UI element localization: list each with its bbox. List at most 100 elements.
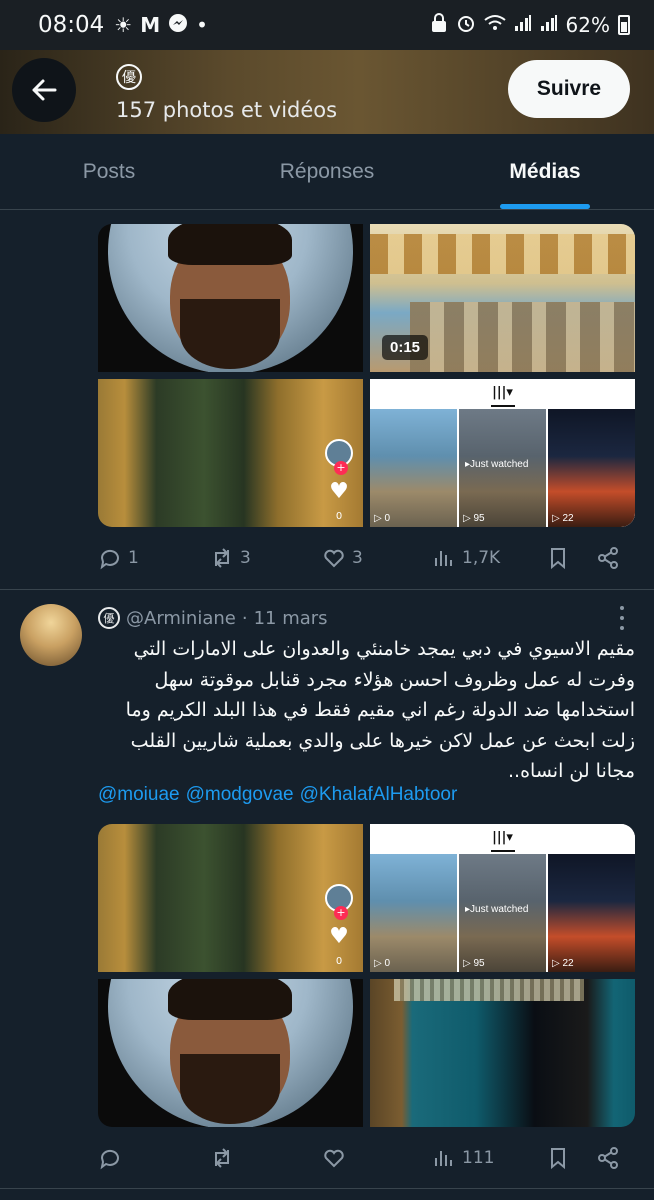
profile-tabs: Posts Réponses Médias <box>0 134 654 210</box>
tiktok-cell: ▷ 0 <box>370 854 457 972</box>
repost-icon <box>215 1148 229 1168</box>
filter-icon: |||▾ <box>492 830 513 845</box>
media-image-portrait[interactable] <box>98 224 363 372</box>
share-icon <box>598 547 618 569</box>
media-image-tiktok-screenshot[interactable]: |||▾ ▷ 0 ▸Just watched ▷ 95 ▷ 22 <box>370 379 635 527</box>
share-button[interactable] <box>596 546 620 570</box>
views-button[interactable]: 1,7K <box>432 546 546 570</box>
tiktok-cell: ▷ 0 <box>370 409 457 527</box>
portrait-disc <box>108 979 353 1127</box>
views-icon <box>435 551 452 566</box>
avatar[interactable] <box>20 604 82 666</box>
post-media-grid: ♥ 0 |||▾ ▷ 0 ▸Just watched ▷ 95 ▷ 22 <box>98 824 635 1127</box>
views-count: 111 <box>462 1148 495 1168</box>
signal-icon <box>514 13 532 37</box>
back-button[interactable] <box>12 58 76 122</box>
tiktok-like-count: 0 <box>335 511 343 522</box>
battery-percent: 62% <box>565 13 610 37</box>
bookmark-button[interactable] <box>546 546 596 570</box>
sun-icon: ☀ <box>114 13 133 37</box>
share-icon <box>598 1147 618 1169</box>
tiktok-view-count: ▷ 95 <box>463 513 485 524</box>
like-count: 3 <box>352 548 363 568</box>
tab-media[interactable]: Médias <box>436 134 654 209</box>
profile-header: 優 157 photos et vidéos Suivre <box>0 50 654 134</box>
media-image-uniform[interactable]: ♥ 0 <box>98 824 363 972</box>
heart-outline-icon <box>324 1149 344 1168</box>
tiktok-cell: ▷ 22 <box>548 854 635 972</box>
media-image-tiktok-screenshot[interactable]: |||▾ ▷ 0 ▸Just watched ▷ 95 ▷ 22 <box>370 824 635 972</box>
heart-outline-icon <box>324 549 344 568</box>
lock-icon <box>430 12 448 38</box>
separator-dot: · <box>241 607 248 629</box>
media-image-uniform[interactable]: ♥ 0 <box>98 379 363 527</box>
portrait-disc <box>108 224 353 372</box>
alarm-icon <box>456 13 476 38</box>
messenger-icon <box>168 13 188 38</box>
tweet-mentions: @moiuae @modgovae @KhalafAlHabtoor <box>98 784 457 806</box>
reply-icon <box>100 1149 119 1170</box>
gmail-icon: M <box>140 13 161 37</box>
mention-link[interactable]: @modgovae <box>186 784 294 806</box>
more-options-icon[interactable] <box>614 606 630 630</box>
tiktok-cell: ▷ 22 <box>548 409 635 527</box>
battery-icon <box>618 15 630 35</box>
reply-button[interactable]: 1 <box>98 546 210 570</box>
tiktok-avatar-icon <box>325 884 353 920</box>
repost-button[interactable] <box>210 1146 322 1170</box>
user-handle[interactable]: @Arminiane <box>126 608 236 629</box>
video-duration: 0:15 <box>382 335 429 360</box>
heart-icon: ♥ <box>329 924 349 949</box>
tiktok-cell: ▸Just watched ▷ 95 <box>459 409 546 527</box>
tweet-text: مقيم الاسيوي في دبي يمجد خامنئي والعدوان… <box>125 638 635 782</box>
repost-count: 3 <box>240 548 251 568</box>
bookmark-icon <box>551 548 565 570</box>
tiktok-like-count: 0 <box>335 956 343 967</box>
bookmark-icon <box>551 1148 565 1170</box>
wifi-icon <box>483 13 506 37</box>
reply-count: 1 <box>128 548 139 568</box>
like-button[interactable]: 3 <box>322 546 432 570</box>
tiktok-cell: ▸Just watched ▷ 95 <box>459 854 546 972</box>
follow-button[interactable]: Suivre <box>508 60 630 118</box>
tweet-date[interactable]: 11 mars <box>254 608 328 629</box>
repost-button[interactable]: 3 <box>210 546 322 570</box>
tiktok-view-count: ▷ 95 <box>463 958 485 969</box>
profile-badge-icon: 優 <box>116 64 142 90</box>
post-media-grid: 0:15 ♥ 0 |||▾ ▷ 0 ▸Just watched ▷ 95 ▷ 22 <box>98 224 635 527</box>
profile-badge-icon: 優 <box>98 607 120 629</box>
tab-posts[interactable]: Posts <box>0 134 218 209</box>
like-button[interactable] <box>322 1146 432 1170</box>
tab-replies[interactable]: Réponses <box>218 134 436 209</box>
heart-icon: ♥ <box>329 479 349 504</box>
views-count: 1,7K <box>462 548 501 568</box>
bookmark-button[interactable] <box>546 1146 596 1170</box>
tiktok-view-count: ▷ 22 <box>552 513 574 524</box>
post-actions: 1 3 3 1,7K <box>98 536 635 580</box>
tiktok-view-count: ▷ 0 <box>374 958 391 969</box>
media-video-parade[interactable]: 0:15 <box>370 224 635 372</box>
tiktok-avatar-icon <box>325 439 353 475</box>
media-image-portrait[interactable] <box>98 979 363 1127</box>
arrow-left-icon <box>32 79 57 101</box>
views-button[interactable]: 111 <box>432 1146 546 1170</box>
media-count: 157 photos et vidéos <box>116 98 338 122</box>
just-watched-label: ▸Just watched <box>465 904 529 915</box>
tiktok-view-count: ▷ 22 <box>552 958 574 969</box>
views-icon <box>435 1151 452 1166</box>
mention-link[interactable]: @moiuae <box>98 784 180 806</box>
tweet-header: 優 @Arminiane · 11 mars <box>98 604 328 632</box>
status-bar: 08:04 ☀ M • 62% <box>0 0 654 50</box>
status-time: 08:04 <box>38 12 105 38</box>
reply-icon <box>100 549 119 570</box>
signal-icon <box>540 13 558 37</box>
mention-link[interactable]: @KhalafAlHabtoor <box>300 784 458 806</box>
just-watched-label: ▸Just watched <box>465 459 529 470</box>
media-image-curtain-scene[interactable] <box>370 979 635 1127</box>
divider <box>0 1188 654 1189</box>
reply-button[interactable] <box>98 1146 210 1170</box>
share-button[interactable] <box>596 1146 620 1170</box>
dot-icon: • <box>196 13 208 37</box>
filter-icon: |||▾ <box>492 385 513 400</box>
tiktok-view-count: ▷ 0 <box>374 513 391 524</box>
